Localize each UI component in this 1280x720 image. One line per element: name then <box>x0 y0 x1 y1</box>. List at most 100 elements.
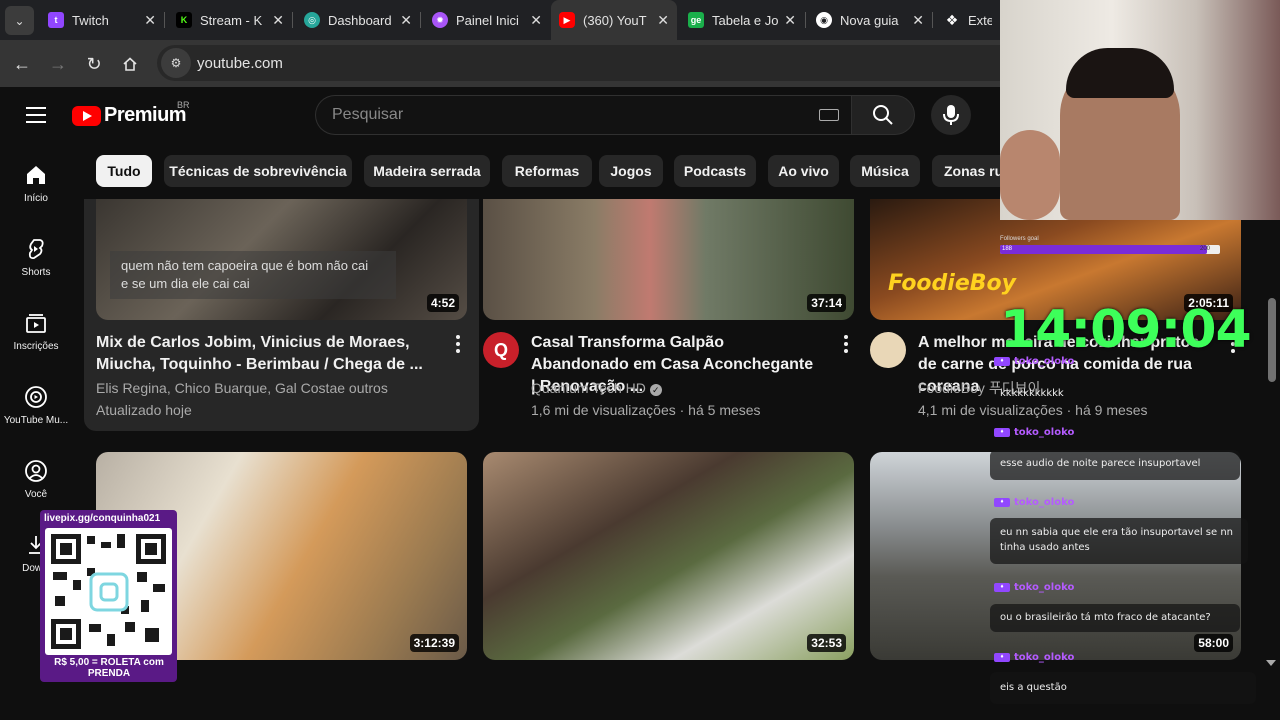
sidebar-item-shorts[interactable]: Shorts <box>0 237 72 278</box>
video-channel[interactable]: Quantum Tech HD ✓ <box>531 377 662 399</box>
kick-icon: K <box>176 12 192 28</box>
youtube-icon: ▶ <box>559 12 575 28</box>
site-info-icon[interactable]: ⚙ <box>161 48 191 78</box>
video-title[interactable]: Mix de Carlos Jobim, Vinicius de Moraes,… <box>96 332 426 376</box>
tab-painel[interactable]: ✹ Painel Inici ✕ <box>424 0 550 40</box>
chat-message: kkkkkkkkkkk <box>1000 388 1064 399</box>
tab-kick[interactable]: K Stream - K ✕ <box>168 0 292 40</box>
video-duration: 3:12:39 <box>409 634 459 652</box>
youtube-music-icon <box>25 386 47 408</box>
forward-button[interactable]: → <box>44 50 72 78</box>
close-icon[interactable]: ✕ <box>912 12 924 29</box>
more-options-icon[interactable] <box>844 335 848 353</box>
sidebar-item-label: Você <box>24 489 48 500</box>
tab-twitch[interactable]: t Twitch ✕ <box>40 0 164 40</box>
search-button[interactable] <box>851 95 915 135</box>
scroll-down-arrow-icon[interactable] <box>1266 660 1276 666</box>
video-stats: Atualizado hoje <box>96 402 192 418</box>
video-stats: 4,1 mi de visualizações · há 9 meses <box>918 402 1148 418</box>
chat-message: esse audio de noite parece insuportavel <box>1000 458 1201 469</box>
chip[interactable]: Música <box>850 155 920 187</box>
puzzle-icon: ❖ <box>945 11 959 28</box>
tab-dashboard[interactable]: ◎ Dashboard ✕ <box>296 0 420 40</box>
followers-goal-widget: Followers goal 188 200 <box>1000 236 1220 258</box>
video-thumbnail[interactable]: quem não tem capoeira que é bom não cai … <box>96 199 467 320</box>
subscriber-badge-icon: ♦ <box>994 583 1010 592</box>
sidebar-item-inicio[interactable]: Início <box>0 163 72 204</box>
region-code: BR <box>177 100 190 110</box>
close-icon[interactable]: ✕ <box>144 12 156 29</box>
chevron-down-icon: ⌄ <box>14 13 25 28</box>
close-icon[interactable]: ✕ <box>272 12 284 29</box>
sidebar-item-label: Início <box>24 193 48 204</box>
close-icon[interactable]: ✕ <box>530 12 542 29</box>
sidebar-item-label: Inscrições <box>13 341 59 352</box>
chat-username: toko_oloko <box>1014 652 1075 663</box>
streamelements-icon: ◎ <box>304 12 320 28</box>
channel-avatar[interactable] <box>870 332 906 368</box>
tab-title: Stream - K <box>200 12 263 28</box>
tab-tabela[interactable]: ge Tabela e Jo ✕ <box>680 0 804 40</box>
more-options-icon[interactable] <box>456 335 460 353</box>
tab-search-button[interactable]: ⌄ <box>5 6 34 35</box>
chat-bubble: ou o brasileirão tá mto fraco de atacant… <box>990 604 1240 632</box>
tab-title: Extens <box>968 12 992 28</box>
clock-overlay: 14:09:04 <box>1000 300 1252 360</box>
tab-title: Tabela e Jo <box>712 12 779 28</box>
chip-tudo[interactable]: Tudo <box>96 155 152 187</box>
video-duration: 4:52 <box>426 294 459 312</box>
subscriber-badge-icon: ♦ <box>994 428 1010 437</box>
close-icon[interactable]: ✕ <box>657 12 669 29</box>
video-thumbnail[interactable]: 32:53 <box>483 452 854 660</box>
video-channel[interactable]: Elis Regina, Chico Buarque, Gal Costae o… <box>96 377 388 399</box>
ge-icon: ge <box>688 12 704 28</box>
keyboard-icon[interactable] <box>819 109 839 121</box>
video-thumbnail[interactable]: 37:14 <box>483 199 854 320</box>
search-input[interactable]: Pesquisar <box>332 106 819 124</box>
chip[interactable]: Jogos <box>599 155 663 187</box>
back-button[interactable]: ← <box>8 50 36 78</box>
video-duration: 58:00 <box>1194 634 1233 652</box>
qr-url: livepix.gg/conquinha021 <box>44 513 161 524</box>
channel-avatar[interactable]: Q <box>483 332 519 368</box>
close-icon[interactable]: ✕ <box>400 12 412 29</box>
tab-youtube[interactable]: ▶ (360) YouT ✕ <box>551 0 677 40</box>
sidebar-item-label: YouTube Mu... <box>3 415 69 426</box>
chip[interactable]: Técnicas de sobrevivência <box>164 155 352 187</box>
chat-message: ou o brasileirão tá mto fraco de atacant… <box>1000 612 1211 623</box>
qr-caption: R$ 5,00 = ROLETA com PRENDA <box>54 657 164 679</box>
livepix-icon: ✹ <box>432 12 448 28</box>
home-icon <box>27 166 45 184</box>
search-icon <box>873 105 893 125</box>
user-icon <box>25 460 47 482</box>
shorts-icon <box>28 239 44 260</box>
webcam-overlay <box>1000 0 1280 220</box>
logo-text: Premium <box>104 104 187 126</box>
tab-title: Nova guia <box>840 12 899 28</box>
home-button[interactable] <box>116 50 144 78</box>
chat-bubble: eu nn sabia que ele era tão insuportavel… <box>990 518 1248 564</box>
reload-button[interactable]: ↻ <box>80 50 108 78</box>
video-caption: quem não tem capoeira que é bom não cai … <box>121 258 369 291</box>
close-icon[interactable]: ✕ <box>784 12 796 29</box>
chip[interactable]: Madeira serrada <box>364 155 490 187</box>
search-box[interactable]: Pesquisar <box>315 95 851 135</box>
tab-title: Painel Inici <box>456 12 519 28</box>
chip[interactable]: Podcasts <box>674 155 756 187</box>
chip[interactable]: Ao vivo <box>768 155 839 187</box>
livepix-qr-overlay: livepix.gg/conquinha021 R$ 5,00 = ROLETA… <box>40 510 177 682</box>
chip[interactable]: Reformas <box>502 155 592 187</box>
goal-target: 200 <box>1200 246 1211 252</box>
youtube-premium-logo[interactable]: Premium BR <box>72 100 190 127</box>
tab-extensions[interactable]: ❖ Extens <box>936 0 1000 40</box>
scrollbar-thumb[interactable] <box>1268 298 1276 382</box>
sidebar-item-youtube-music[interactable]: YouTube Mu... <box>0 385 72 426</box>
sidebar-item-voce[interactable]: Você <box>0 459 72 500</box>
sidebar-item-inscricoes[interactable]: Inscrições <box>0 311 72 352</box>
voice-search-button[interactable] <box>931 95 971 135</box>
tab-nova-guia[interactable]: ◉ Nova guia ✕ <box>808 0 932 40</box>
url-text: youtube.com <box>197 54 283 72</box>
menu-icon[interactable] <box>26 107 46 123</box>
chip[interactable]: Zonas ru <box>932 155 1000 187</box>
chat-message: eis a questão <box>1000 682 1067 693</box>
